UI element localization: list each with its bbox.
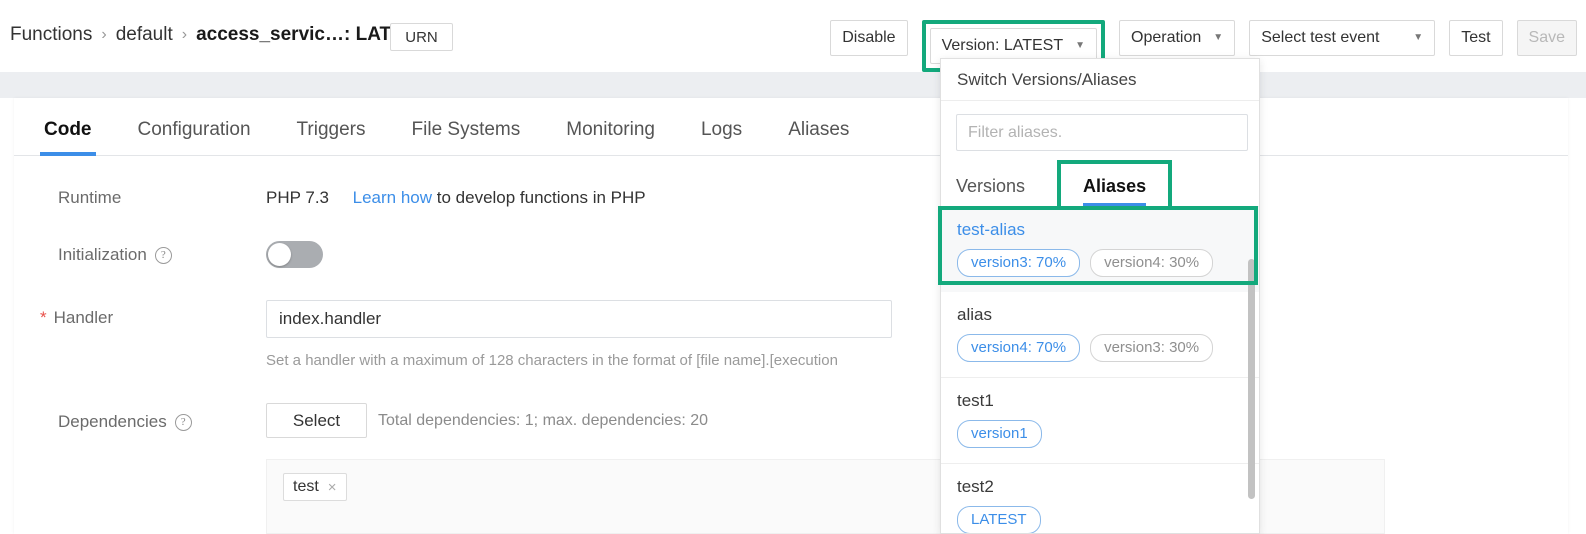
dropdown-title: Switch Versions/Aliases — [941, 59, 1259, 101]
alias-version-tag[interactable]: version3: 30% — [1090, 334, 1214, 362]
dependencies-label: Dependencies ? — [58, 412, 192, 432]
chevron-down-icon: ▼ — [1213, 32, 1224, 43]
dependency-chip[interactable]: test × — [283, 473, 347, 501]
alias-name: test-alias — [957, 220, 1026, 239]
tab-triggers[interactable]: Triggers — [297, 119, 366, 155]
list-item[interactable]: test2 LATEST — [941, 464, 1259, 533]
dropdown-tab-bar: Versions Aliases — [941, 160, 1259, 207]
tab-logs[interactable]: Logs — [701, 119, 742, 155]
tab-bar: Code Configuration Triggers File Systems… — [14, 98, 1568, 156]
list-item[interactable]: test1 version1 — [941, 378, 1259, 464]
alias-version-tag[interactable]: LATEST — [957, 506, 1041, 533]
toggle-knob — [268, 243, 291, 266]
urn-button[interactable]: URN — [390, 23, 453, 51]
runtime-version-text: PHP 7.3 — [266, 188, 330, 207]
scrollbar-thumb[interactable] — [1248, 259, 1255, 499]
alias-list[interactable]: test-alias version3: 70% version4: 30% a… — [941, 207, 1259, 533]
test-event-select-label: Select test event — [1261, 29, 1380, 46]
list-item[interactable]: test-alias version3: 70% version4: 30% — [941, 207, 1259, 292]
tab-code[interactable]: Code — [40, 119, 95, 156]
version-alias-dropdown: Switch Versions/Aliases Versions Aliases… — [940, 58, 1260, 534]
alias-name: test2 — [957, 477, 994, 496]
help-icon[interactable]: ? — [154, 246, 172, 264]
alias-version-tag[interactable]: version1 — [957, 420, 1042, 448]
breadcrumb: Functions › default › access_servic…: LA… — [10, 24, 428, 46]
handler-label-text: Handler — [53, 308, 114, 327]
initialization-label-text: Initialization — [58, 245, 147, 264]
page-divider-band — [0, 72, 1586, 98]
tab-aliases[interactable]: Aliases — [788, 119, 849, 155]
dependency-chip-label: test — [293, 478, 319, 495]
save-button: Save — [1516, 20, 1577, 56]
alias-tags: LATEST — [957, 506, 1243, 533]
top-bar: Functions › default › access_servic…: LA… — [0, 0, 1586, 72]
breadcrumb-separator-2: › — [181, 26, 188, 43]
alias-version-tag[interactable]: version3: 70% — [957, 249, 1081, 277]
dependencies-info-text: Total dependencies: 1; max. dependencies… — [378, 412, 709, 429]
required-asterisk: * — [40, 308, 47, 327]
tab-configuration[interactable]: Configuration — [138, 119, 251, 155]
version-dropdown-label: Version: LATEST — [941, 37, 1064, 54]
list-item[interactable]: alias version4: 70% version3: 30% — [941, 292, 1259, 378]
dropdown-tab-aliases-highlight: Aliases — [1057, 160, 1173, 207]
breadcrumb-functions[interactable]: Functions — [10, 24, 92, 46]
initialization-toggle[interactable] — [266, 241, 323, 268]
runtime-label: Runtime — [58, 188, 121, 208]
alias-list-scrollbar[interactable] — [1248, 209, 1255, 531]
test-button[interactable]: Test — [1449, 20, 1503, 56]
tab-monitoring[interactable]: Monitoring — [566, 119, 655, 155]
runtime-suffix-text: to develop functions in PHP — [432, 188, 646, 207]
handler-help-text: Set a handler with a maximum of 128 char… — [266, 352, 838, 369]
dependencies-label-text: Dependencies — [58, 412, 167, 431]
alias-name: alias — [957, 305, 992, 324]
handler-input[interactable] — [266, 300, 892, 338]
learn-how-link[interactable]: Learn how — [353, 188, 432, 207]
initialization-label: Initialization ? — [58, 245, 172, 265]
close-icon[interactable]: × — [328, 479, 337, 496]
operation-dropdown-label: Operation — [1131, 29, 1202, 46]
dependencies-select-button[interactable]: Select — [266, 403, 367, 438]
handler-label: * Handler — [40, 308, 113, 328]
alias-version-tag[interactable]: version4: 70% — [957, 334, 1081, 362]
runtime-label-text: Runtime — [58, 188, 122, 207]
alias-tags: version1 — [957, 420, 1243, 448]
disable-button[interactable]: Disable — [830, 20, 908, 56]
alias-name: test1 — [957, 391, 994, 410]
app-root: Functions › default › access_servic…: LA… — [0, 0, 1586, 534]
tab-file-systems[interactable]: File Systems — [412, 119, 521, 155]
help-icon[interactable]: ? — [174, 413, 192, 431]
alias-version-tag[interactable]: version4: 30% — [1090, 249, 1214, 277]
dropdown-tab-aliases[interactable]: Aliases — [1083, 176, 1147, 207]
chevron-down-icon: ▼ — [1413, 32, 1424, 43]
filter-aliases-input[interactable] — [956, 114, 1248, 151]
dropdown-tab-versions[interactable]: Versions — [956, 176, 1025, 206]
runtime-value: PHP 7.3 Learn how to develop functions i… — [266, 188, 646, 208]
operation-dropdown-button[interactable]: Operation ▼ — [1119, 20, 1236, 56]
chevron-down-icon: ▼ — [1075, 40, 1086, 51]
test-event-select[interactable]: Select test event ▼ — [1249, 20, 1436, 56]
breadcrumb-separator-1: › — [101, 26, 107, 43]
alias-tags: version4: 70% version3: 30% — [957, 334, 1243, 362]
alias-tags: version3: 70% version4: 30% — [957, 249, 1243, 277]
breadcrumb-default[interactable]: default — [116, 24, 173, 46]
